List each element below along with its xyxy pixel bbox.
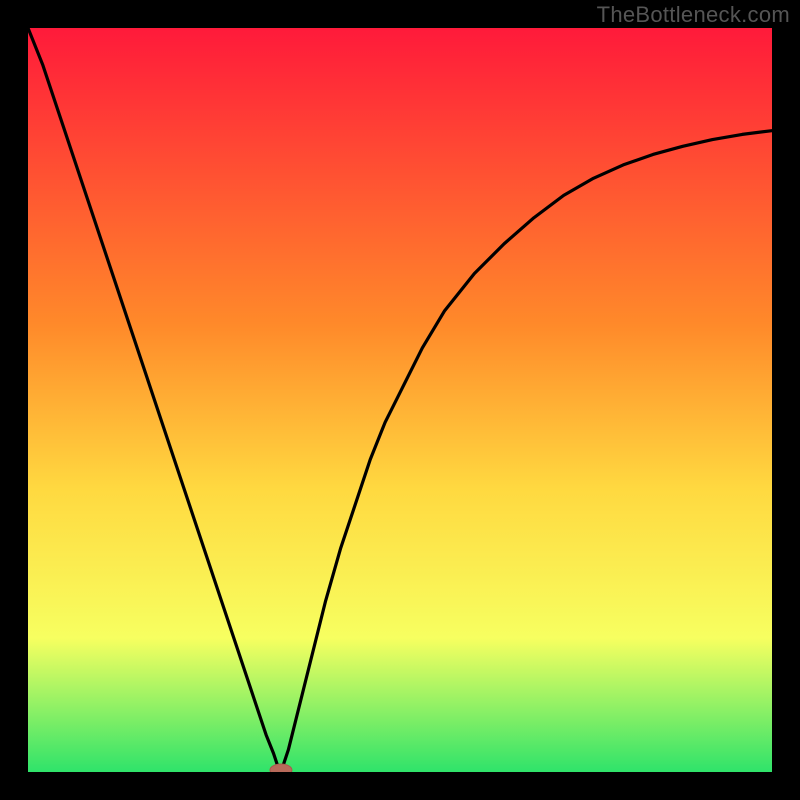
chart-svg [28,28,772,772]
vertex-marker [270,764,292,772]
chart-plot-area [28,28,772,772]
chart-background [28,28,772,772]
app-frame: TheBottleneck.com [0,0,800,800]
watermark-text: TheBottleneck.com [597,2,790,28]
